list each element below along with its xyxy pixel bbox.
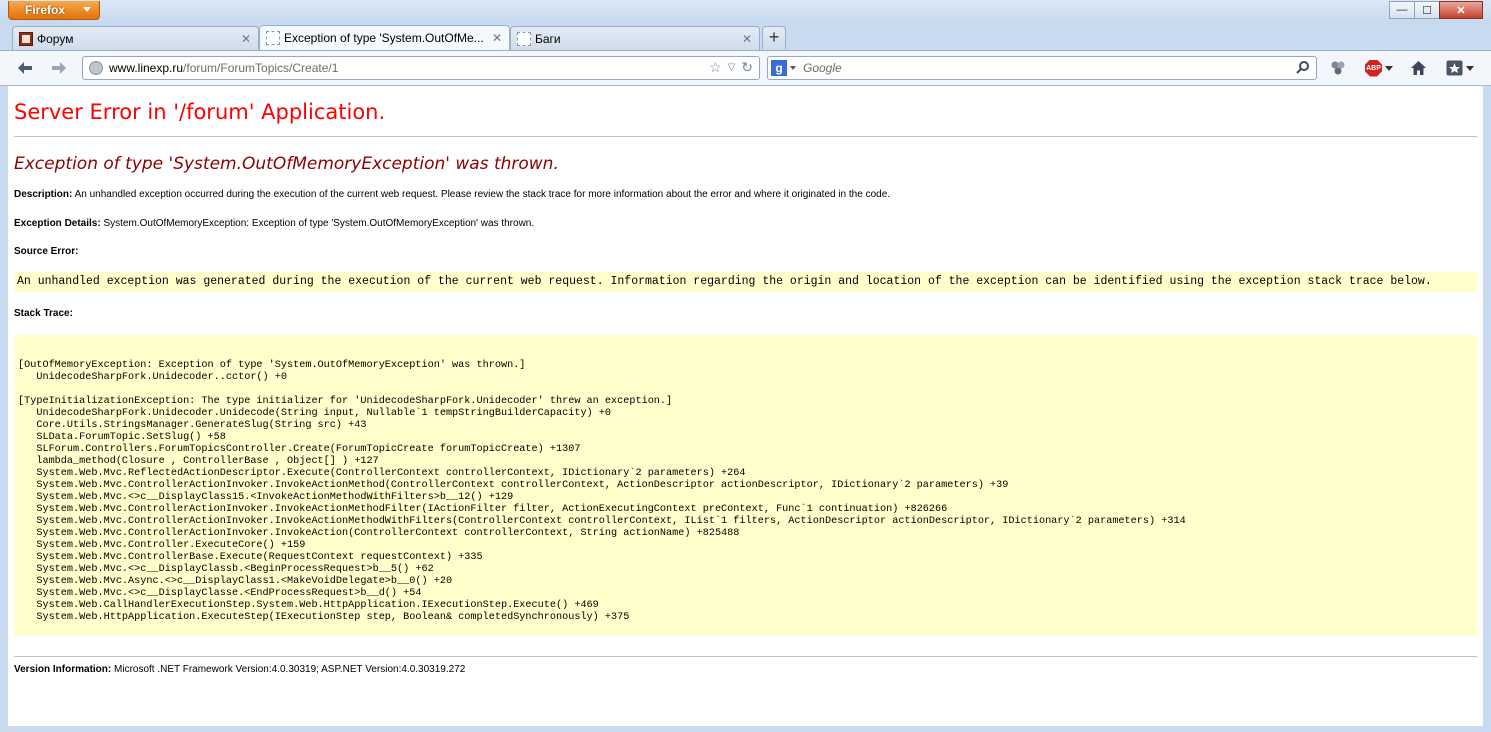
puzzle-icon: [1331, 61, 1345, 75]
history-dropdown-icon[interactable]: ▽: [728, 59, 736, 77]
stack-trace-box: [OutOfMemoryException: Exception of type…: [14, 335, 1477, 636]
firefox-menu-button[interactable]: Firefox: [8, 1, 100, 20]
new-tab-button[interactable]: +: [762, 26, 786, 49]
minimize-button[interactable]: —: [1389, 1, 1415, 19]
google-engine-icon[interactable]: g: [771, 60, 787, 76]
tab-close-icon[interactable]: ✕: [739, 32, 755, 46]
url-path: /forum/ForumTopics/Create/1: [183, 61, 339, 75]
tab-close-icon[interactable]: ✕: [489, 31, 505, 45]
adblock-icon: ABP: [1365, 59, 1382, 77]
window-controls: — ☐ ✕: [1389, 1, 1483, 19]
back-button[interactable]: [14, 58, 36, 78]
engine-dropdown-icon[interactable]: [790, 66, 796, 70]
url-domain: www.linexp.ru: [109, 61, 184, 75]
page-title: Server Error in '/forum' Application.: [14, 100, 386, 124]
firefox-button-label: Firefox: [25, 3, 66, 17]
home-button[interactable]: [1410, 58, 1427, 78]
version-text: Microsoft .NET Framework Version:4.0.303…: [111, 664, 466, 675]
version-label: Version Information:: [14, 664, 112, 675]
adblock-button[interactable]: ABP: [1365, 58, 1393, 78]
search-placeholder: Google: [803, 61, 842, 75]
source-error-box: An unhandled exception was generated dur…: [14, 272, 1477, 292]
addon-icon[interactable]: [1330, 58, 1346, 78]
exception-heading: Exception of type 'System.OutOfMemoryExc…: [14, 154, 559, 174]
urlbar-icons: ☆ ▽ ↻: [709, 59, 753, 77]
tab-close-icon[interactable]: ✕: [238, 32, 254, 46]
forum-favicon-icon: [19, 31, 33, 46]
bookmarks-star-icon: [1446, 60, 1463, 76]
tab-bugs[interactable]: Баги ✕: [510, 26, 760, 50]
stack-trace-label: Stack Trace:: [14, 308, 73, 319]
source-error-text: An unhandled exception was generated dur…: [17, 275, 1432, 288]
stack-trace-text: [OutOfMemoryException: Exception of type…: [18, 360, 1186, 623]
url-text[interactable]: www.linexp.ru/forum/ForumTopics/Create/1: [109, 61, 338, 75]
exception-details-text: System.OutOfMemoryException: Exception o…: [100, 218, 535, 229]
description-text: An unhandled exception occurred during t…: [72, 189, 891, 200]
navigation-toolbar: www.linexp.ru/forum/ForumTopics/Create/1…: [0, 50, 1491, 86]
exception-details-line: Exception Details: System.OutOfMemoryExc…: [14, 218, 534, 229]
blank-page-icon: [266, 31, 280, 45]
exception-details-label: Exception Details:: [14, 218, 101, 229]
reload-icon[interactable]: ↻: [741, 59, 753, 77]
home-icon: [1411, 61, 1426, 75]
address-bar[interactable]: www.linexp.ru/forum/ForumTopics/Create/1…: [82, 56, 760, 80]
page-content: Server Error in '/forum' Application. Ex…: [8, 86, 1483, 726]
tab-label: Exception of type 'System.OutOfMe...: [284, 31, 484, 45]
chevron-down-icon: [1385, 65, 1393, 71]
source-error-label: Source Error:: [14, 246, 79, 257]
description-label: Description:: [14, 189, 73, 200]
forward-arrow-icon: [52, 62, 66, 74]
version-information-line: Version Information: Microsoft .NET Fram…: [14, 664, 465, 675]
tab-exception[interactable]: Exception of type 'System.OutOfMe... ✕: [259, 25, 510, 50]
dropdown-arrow-icon: [83, 7, 91, 12]
tab-bar: Форум ✕ Exception of type 'System.OutOfM…: [0, 24, 1491, 50]
bookmarks-menu-button[interactable]: [1446, 58, 1474, 78]
back-arrow-icon: [18, 62, 32, 74]
maximize-button[interactable]: ☐: [1414, 1, 1440, 19]
chevron-down-icon: [1466, 65, 1474, 71]
close-window-button[interactable]: ✕: [1439, 1, 1483, 19]
tab-label: Форум: [37, 31, 74, 46]
description-line: Description: An unhandled exception occu…: [14, 189, 890, 200]
search-bar[interactable]: g Google: [767, 56, 1317, 80]
blank-page-icon: [517, 31, 531, 46]
forward-button[interactable]: [48, 58, 70, 78]
divider: [14, 656, 1477, 657]
bookmark-star-icon[interactable]: ☆: [709, 59, 722, 77]
window-bottom-frame: [0, 726, 1491, 732]
divider: [14, 136, 1477, 137]
tab-forum[interactable]: Форум ✕: [12, 26, 259, 50]
stack-trace-heading: Stack Trace:: [14, 308, 73, 319]
source-error-heading: Source Error:: [14, 246, 78, 257]
search-icon[interactable]: [1296, 60, 1310, 79]
window-titlebar: Firefox — ☐ ✕: [0, 0, 1491, 24]
tab-label: Баги: [535, 31, 561, 46]
site-identity-icon[interactable]: [89, 61, 103, 75]
